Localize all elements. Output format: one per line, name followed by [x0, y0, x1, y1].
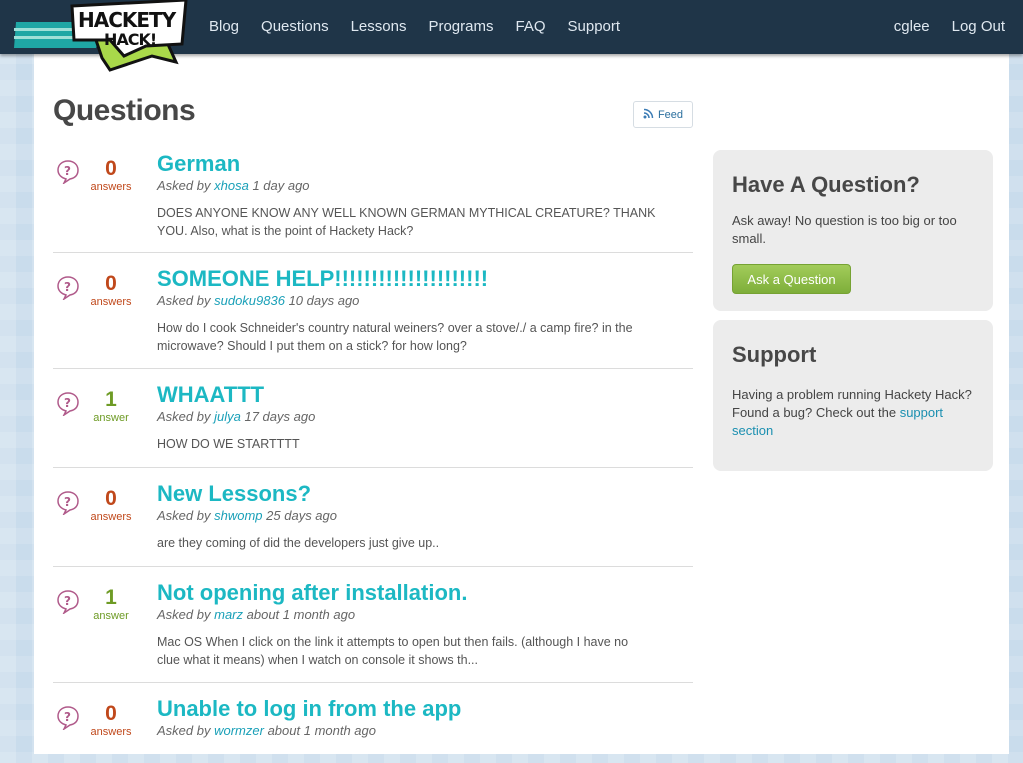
svg-text:?: ?	[64, 164, 71, 178]
question-title[interactable]: WHAATTT	[157, 382, 657, 408]
svg-text:?: ?	[64, 594, 71, 608]
rss-icon	[643, 108, 654, 122]
svg-text:?: ?	[64, 396, 71, 410]
support-box-text: Having a problem running Hackety Hack? F…	[732, 387, 972, 438]
nav-faq[interactable]: FAQ	[515, 0, 545, 54]
main-nav: Blog Questions Lessons Programs FAQ Supp…	[209, 0, 642, 54]
svg-text:?: ?	[64, 710, 71, 724]
support-box-title: Support	[732, 342, 817, 367]
feed-button[interactable]: Feed	[633, 101, 693, 128]
nav-questions[interactable]: Questions	[261, 0, 329, 54]
author-link[interactable]: wormzer	[214, 723, 264, 738]
username-link[interactable]: cglee	[894, 0, 930, 54]
feed-label: Feed	[657, 108, 684, 121]
question-bubble-icon: ?	[57, 706, 79, 730]
author-link[interactable]: marz	[214, 607, 243, 622]
nav-lessons[interactable]: Lessons	[351, 0, 407, 54]
svg-text:?: ?	[64, 280, 71, 294]
nav-support[interactable]: Support	[568, 0, 621, 54]
question-excerpt: DOES ANYONE KNOW ANY WELL KNOWN GERMAN M…	[157, 206, 656, 238]
page-title: Questions	[53, 94, 196, 127]
svg-text:?: ?	[64, 495, 71, 509]
question-bubble-icon: ?	[57, 491, 79, 515]
question-title[interactable]: Not opening after installation.	[157, 580, 657, 606]
ask-box-text: Ask away! No question is too big or too …	[732, 213, 957, 246]
question-title[interactable]: Unable to log in from the app	[157, 696, 657, 722]
question-body: Unable to log in from the app Asked by w…	[157, 696, 657, 740]
question-body: SOMEONE HELP!!!!!!!!!!!!!!!!!!!!! Asked …	[157, 266, 657, 355]
author-link[interactable]: shwomp	[214, 508, 262, 523]
question-excerpt: Mac OS When I click on the link it attem…	[157, 635, 629, 667]
question-bubble-icon: ?	[57, 276, 79, 300]
author-link[interactable]: sudoku9836	[214, 293, 285, 308]
nav-blog[interactable]: Blog	[209, 0, 239, 54]
question-title[interactable]: German	[157, 151, 657, 177]
question-excerpt: How do I cook Schneider's country natura…	[157, 321, 633, 353]
question-body: Not opening after installation. Asked by…	[157, 580, 657, 669]
question-bubble-icon: ?	[57, 392, 79, 416]
question-title[interactable]: New Lessons?	[157, 481, 657, 507]
answer-count: 1 answer	[93, 586, 129, 623]
question-excerpt: HOW DO WE STARTTTT	[157, 437, 300, 451]
svg-text:HACKETY: HACKETY	[78, 8, 177, 32]
question-item: ? 0 answers SOMEONE HELP!!!!!!!!!!!!!!!!!…	[53, 253, 693, 369]
user-nav: cglee Log Out	[872, 0, 1005, 54]
answer-count: 1 answer	[93, 388, 129, 425]
logout-link[interactable]: Log Out	[952, 0, 1005, 54]
svg-text:HACK!: HACK!	[104, 30, 156, 49]
question-bubble-icon: ?	[57, 590, 79, 614]
question-item: ? 1 answer WHAATTT Asked by julya 17 days…	[53, 369, 693, 468]
author-link[interactable]: xhosa	[214, 178, 249, 193]
support-box: Support Having a problem running Hackety…	[713, 320, 993, 471]
question-item: ? 0 answers New Lessons? Asked by shwomp …	[53, 468, 693, 567]
ask-box-title: Have A Question?	[732, 172, 920, 197]
question-item: ? 0 answers German Asked by xhosa 1 day a…	[53, 147, 693, 253]
question-meta: Asked by wormzer about 1 month ago	[157, 723, 376, 738]
author-link[interactable]: julya	[214, 409, 241, 424]
question-body: WHAATTT Asked by julya 17 days ago HOW D…	[157, 382, 657, 453]
question-meta: Asked by sudoku9836 10 days ago	[157, 293, 360, 308]
question-body: German Asked by xhosa 1 day ago DOES ANY…	[157, 151, 657, 240]
nav-programs[interactable]: Programs	[428, 0, 493, 54]
question-list: ? 0 answers German Asked by xhosa 1 day a…	[53, 147, 693, 763]
question-body: New Lessons? Asked by shwomp 25 days ago…	[157, 481, 657, 552]
question-meta: Asked by xhosa 1 day ago	[157, 178, 310, 193]
hackety-hack-logo[interactable]: HACKETY HACK!	[14, 0, 190, 72]
question-meta: Asked by julya 17 days ago	[157, 409, 316, 424]
question-item: ? 1 answer Not opening after installation…	[53, 567, 693, 683]
content-page: Questions Feed ? 0 answers German Asked b…	[34, 54, 1009, 754]
question-meta: Asked by shwomp 25 days ago	[157, 508, 337, 523]
answer-count: 0 answers	[90, 487, 132, 524]
answer-count: 0 answers	[90, 702, 132, 739]
question-item: ? 0 answers Unable to log in from the app…	[53, 683, 693, 763]
answer-count: 0 answers	[90, 157, 132, 194]
question-bubble-icon: ?	[57, 160, 79, 184]
answer-count: 0 answers	[90, 272, 132, 309]
question-title[interactable]: SOMEONE HELP!!!!!!!!!!!!!!!!!!!!!	[157, 266, 657, 292]
ask-question-box: Have A Question? Ask away! No question i…	[713, 150, 993, 311]
ask-question-button[interactable]: Ask a Question	[732, 264, 851, 294]
question-excerpt: are they coming of did the developers ju…	[157, 536, 440, 550]
question-meta: Asked by marz about 1 month ago	[157, 607, 356, 622]
